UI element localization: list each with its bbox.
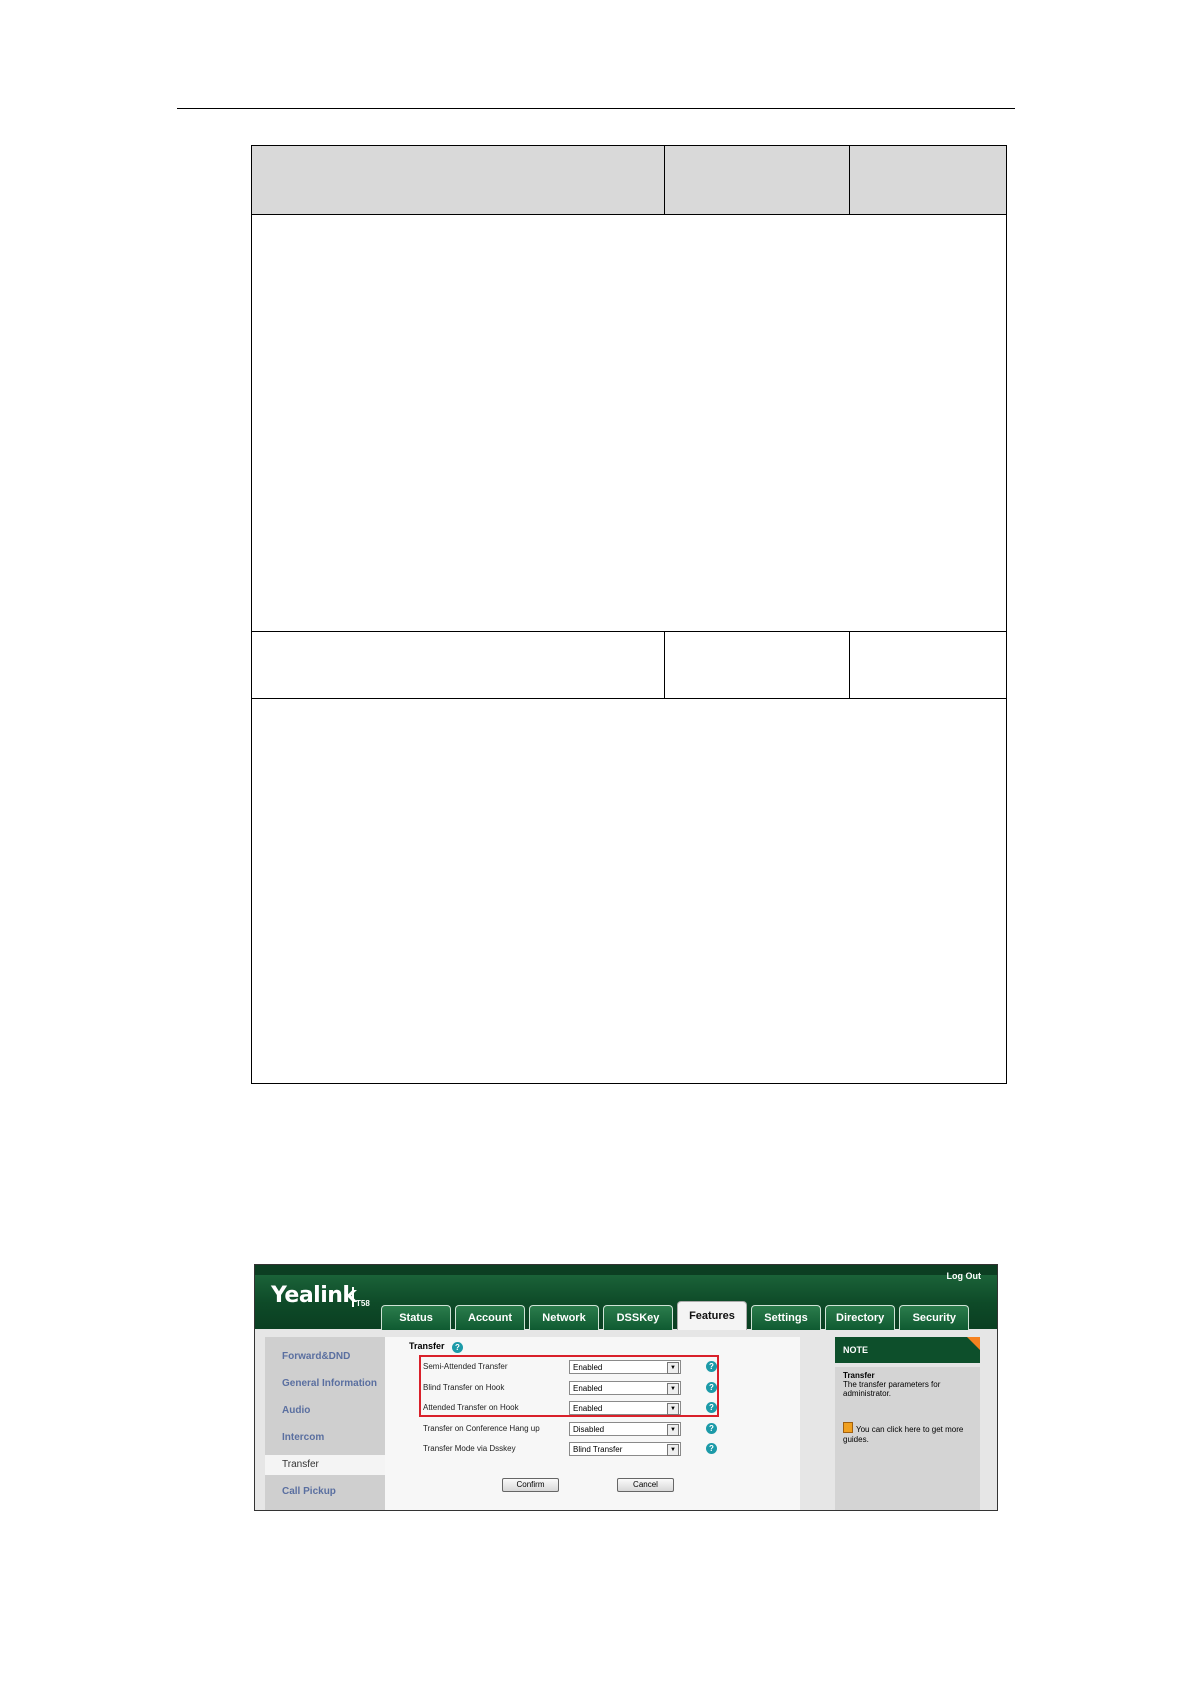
sidebar-item-call-pickup[interactable]: Call Pickup: [265, 1482, 385, 1502]
tab-settings[interactable]: Settings: [751, 1305, 821, 1330]
section-title: Transfer: [409, 1341, 445, 1351]
transfer-settings-panel: Transfer ? Semi-Attended Transfer Enable…: [385, 1337, 800, 1510]
sidebar-item-intercom[interactable]: Intercom: [265, 1428, 385, 1448]
header-cell-parameter: [251, 145, 665, 215]
cancel-button[interactable]: Cancel: [617, 1478, 674, 1492]
table-description-row: [251, 214, 1007, 632]
setting-label: Transfer Mode via Dsskey: [423, 1444, 516, 1453]
web-ui-screenshot: Yealink T58 Log Out Status Account Netwo…: [254, 1264, 998, 1511]
sidebar-item-audio[interactable]: Audio: [265, 1401, 385, 1421]
header-cell-permitted-values: [664, 145, 850, 215]
description-cell: [251, 698, 1007, 1084]
setting-label: Transfer on Conference Hang up: [423, 1424, 540, 1433]
note-corner-icon: [967, 1337, 980, 1350]
note-guide-text: You can click here to get more guides.: [843, 1425, 964, 1444]
select-value: Blind Transfer: [573, 1445, 623, 1454]
model-label: T58: [356, 1299, 370, 1308]
table-row: [251, 631, 1007, 699]
sidebar: Forward&DND General Information Audio In…: [265, 1337, 389, 1510]
parameter-table: [251, 145, 1007, 1084]
sidebar-item-general-information[interactable]: General Information: [265, 1374, 385, 1394]
note-text: The transfer parameters for administrato…: [843, 1380, 941, 1398]
header-cell-default: [849, 145, 1007, 215]
tab-account[interactable]: Account: [455, 1305, 525, 1330]
tab-network[interactable]: Network: [529, 1305, 599, 1330]
setting-row-transfer-on-conference-hang-up: Transfer on Conference Hang up Disabled ▼…: [385, 1421, 800, 1439]
sidebar-item-transfer[interactable]: Transfer: [265, 1455, 389, 1475]
help-icon[interactable]: ?: [706, 1423, 717, 1434]
chevron-down-icon: ▼: [667, 1424, 679, 1436]
logo-divider: [352, 1287, 354, 1307]
top-bar: Yealink T58 Log Out Status Account Netwo…: [255, 1265, 997, 1330]
sidebar-item-forward-dnd[interactable]: Forward&DND: [265, 1347, 385, 1367]
tab-features[interactable]: Features: [677, 1301, 747, 1330]
top-strip: [255, 1265, 997, 1275]
parameter-cell: [251, 631, 665, 699]
transfer-on-conference-hang-up-select[interactable]: Disabled ▼: [569, 1422, 681, 1436]
tab-status[interactable]: Status: [381, 1305, 451, 1330]
note-panel: NOTE Transfer The transfer parameters fo…: [835, 1337, 980, 1510]
confirm-button[interactable]: Confirm: [502, 1478, 559, 1492]
chevron-down-icon: ▼: [667, 1444, 679, 1456]
permitted-values-cell: [664, 631, 850, 699]
tab-directory[interactable]: Directory: [825, 1305, 896, 1330]
default-cell: [849, 631, 1007, 699]
description-cell: [251, 214, 1007, 632]
note-title: Transfer: [843, 1371, 875, 1380]
tab-security[interactable]: Security: [899, 1305, 970, 1330]
logout-link[interactable]: Log Out: [947, 1271, 982, 1281]
yealink-logo: Yealink: [271, 1283, 357, 1308]
help-icon[interactable]: ?: [706, 1443, 717, 1454]
select-value: Disabled: [573, 1425, 605, 1434]
page-header-rule: [177, 108, 1015, 109]
note-header: NOTE: [835, 1337, 980, 1363]
table-header-row: [251, 145, 1007, 215]
help-icon[interactable]: ?: [452, 1342, 463, 1353]
transfer-mode-via-dsskey-select[interactable]: Blind Transfer ▼: [569, 1442, 681, 1456]
book-icon: [843, 1422, 853, 1433]
note-guide-link[interactable]: You can click here to get more guides.: [843, 1422, 971, 1445]
setting-row-transfer-mode-via-dsskey: Transfer Mode via Dsskey Blind Transfer ▼…: [385, 1441, 800, 1459]
red-highlight-box: [419, 1355, 719, 1417]
main-tabs: Status Account Network DSSKey Features S…: [381, 1301, 970, 1330]
tab-dsskey[interactable]: DSSKey: [603, 1305, 673, 1330]
table-description-row: [251, 698, 1007, 1084]
